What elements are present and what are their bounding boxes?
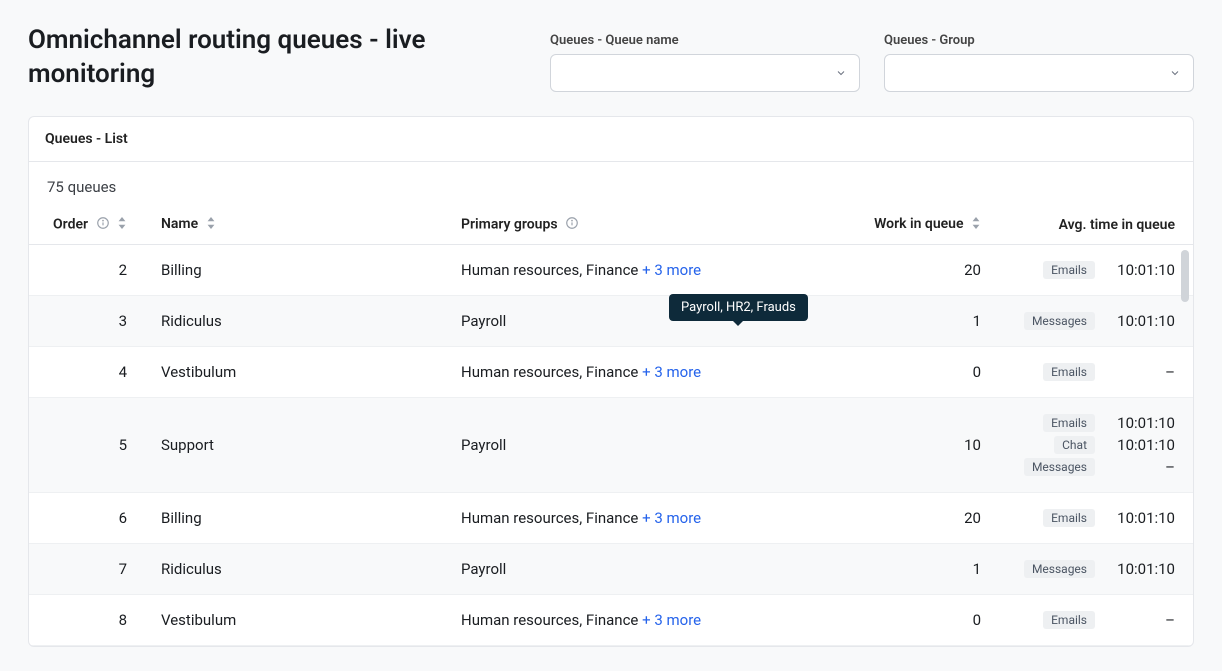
card-title: Queues - List xyxy=(29,117,1193,162)
avg-time-value: 10:01:10 xyxy=(1113,509,1175,527)
groups-text: Human resources, Finance xyxy=(461,509,642,527)
cell-groups: Human resources, Finance + 3 more xyxy=(449,492,833,543)
cell-groups: Payroll xyxy=(449,543,833,594)
cell-work: 20 xyxy=(833,492,993,543)
channel-badge: Emails xyxy=(1043,363,1095,381)
cell-order: 6 xyxy=(29,492,149,543)
groups-text: Human resources, Finance xyxy=(461,261,642,279)
col-order-label: Order xyxy=(53,216,88,232)
scrollbar[interactable] xyxy=(1181,250,1189,640)
sort-icon xyxy=(206,217,216,233)
cell-order: 8 xyxy=(29,594,149,645)
queues-table: Order Name Primary groups xyxy=(29,206,1193,646)
info-icon xyxy=(96,216,110,234)
chevron-down-icon xyxy=(835,67,847,79)
cell-groups: Human resources, Finance + 3 more xyxy=(449,594,833,645)
groups-text: Human resources, Finance xyxy=(461,363,642,381)
groups-more-link[interactable]: + 3 more xyxy=(642,363,701,381)
filter-queue-select[interactable] xyxy=(550,54,860,92)
col-work-label: Work in queue xyxy=(874,216,963,232)
cell-name: Ridiculus xyxy=(149,543,449,594)
col-groups-label: Primary groups xyxy=(461,216,558,232)
groups-text: Payroll xyxy=(461,436,506,454)
groups-more-link[interactable]: + 3 more xyxy=(642,611,701,629)
avg-time-value: 10:01:10 xyxy=(1113,312,1175,330)
channel-badge: Messages xyxy=(1024,312,1095,330)
groups-text: Payroll xyxy=(461,312,506,330)
col-order[interactable]: Order xyxy=(29,206,149,245)
avg-time-value: 10:01:10 xyxy=(1113,261,1175,279)
sort-icon xyxy=(971,217,981,233)
filter-queue-label: Queues - Queue name xyxy=(550,33,860,48)
groups-more-link[interactable]: + 3 more xyxy=(642,509,701,527)
cell-avg: Emails 10:01:10 Chat 10:01:10 Messages– xyxy=(993,397,1193,492)
cell-work: 1 xyxy=(833,295,993,346)
cell-order: 3 xyxy=(29,295,149,346)
queues-list-card: Queues - List 75 queues Order Name xyxy=(28,116,1194,647)
filter-group-label: Queues - Group xyxy=(884,33,1194,48)
channel-badge: Messages xyxy=(1024,458,1095,476)
avg-time-value: 10:01:10 xyxy=(1113,560,1175,578)
table-row[interactable]: 6BillingHuman resources, Finance + 3 mor… xyxy=(29,492,1193,543)
table-row[interactable]: 5Support Payroll 10 Emails 10:01:10 Chat 10:01… xyxy=(29,397,1193,492)
cell-work: 0 xyxy=(833,594,993,645)
col-name-label: Name xyxy=(161,216,198,232)
avg-time-value: – xyxy=(1113,363,1175,381)
cell-avg: Emails 10:01:10 xyxy=(993,492,1193,543)
col-name[interactable]: Name xyxy=(149,206,449,245)
col-groups: Primary groups xyxy=(449,206,833,245)
cell-name: Vestibulum xyxy=(149,594,449,645)
cell-avg: Messages 10:01:10 xyxy=(993,543,1193,594)
cell-avg: Emails 10:01:10 xyxy=(993,244,1193,295)
cell-avg: Emails– xyxy=(993,594,1193,645)
filter-group-select[interactable] xyxy=(884,54,1194,92)
channel-badge: Emails xyxy=(1043,611,1095,629)
table-row[interactable]: 8VestibulumHuman resources, Finance + 3 … xyxy=(29,594,1193,645)
cell-groups: Payroll xyxy=(449,397,833,492)
cell-name: Billing xyxy=(149,492,449,543)
table-row[interactable]: 4VestibulumHuman resources, Finance + 3 … xyxy=(29,346,1193,397)
table-row[interactable]: 2BillingHuman resources, Finance + 3 mor… xyxy=(29,244,1193,295)
col-avg-label: Avg. time in queue xyxy=(1059,217,1175,233)
cell-name: Support xyxy=(149,397,449,492)
cell-name: Billing xyxy=(149,244,449,295)
info-icon xyxy=(565,216,579,234)
cell-order: 4 xyxy=(29,346,149,397)
cell-groups: Payroll xyxy=(449,295,833,346)
channel-badge: Chat xyxy=(1054,436,1095,454)
channel-badge: Messages xyxy=(1024,560,1095,578)
avg-time-value: – xyxy=(1113,611,1175,629)
col-work[interactable]: Work in queue xyxy=(833,206,993,245)
avg-time-value: 10:01:10 xyxy=(1113,436,1175,454)
sort-icon xyxy=(117,217,127,233)
table-row[interactable]: 7Ridiculus Payroll 1 Messages 10:01:10 xyxy=(29,543,1193,594)
cell-work: 10 xyxy=(833,397,993,492)
cell-work: 0 xyxy=(833,346,993,397)
channel-badge: Emails xyxy=(1043,261,1095,279)
page-title: Omnichannel routing queues - live monito… xyxy=(28,24,526,92)
cell-groups: Human resources, Finance + 3 more xyxy=(449,346,833,397)
cell-avg: Emails– xyxy=(993,346,1193,397)
groups-text: Human resources, Finance xyxy=(461,611,642,629)
chevron-down-icon xyxy=(1169,67,1181,79)
cell-order: 2 xyxy=(29,244,149,295)
cell-name: Vestibulum xyxy=(149,346,449,397)
col-avg: Avg. time in queue xyxy=(993,206,1193,245)
cell-groups: Human resources, Finance + 3 more xyxy=(449,244,833,295)
cell-order: 5 xyxy=(29,397,149,492)
channel-badge: Emails xyxy=(1043,414,1095,432)
cell-order: 7 xyxy=(29,543,149,594)
table-row[interactable]: 3Ridiculus Payroll 1 Messages 10:01:10 xyxy=(29,295,1193,346)
cell-avg: Messages 10:01:10 xyxy=(993,295,1193,346)
queue-count: 75 queues xyxy=(29,162,1193,206)
groups-text: Payroll xyxy=(461,560,506,578)
scrollbar-thumb[interactable] xyxy=(1181,250,1189,302)
avg-time-value: 10:01:10 xyxy=(1113,414,1175,432)
avg-time-value: – xyxy=(1113,458,1175,476)
channel-badge: Emails xyxy=(1043,509,1095,527)
cell-work: 1 xyxy=(833,543,993,594)
groups-more-link[interactable]: + 3 more xyxy=(642,261,701,279)
cell-work: 20 xyxy=(833,244,993,295)
cell-name: Ridiculus xyxy=(149,295,449,346)
